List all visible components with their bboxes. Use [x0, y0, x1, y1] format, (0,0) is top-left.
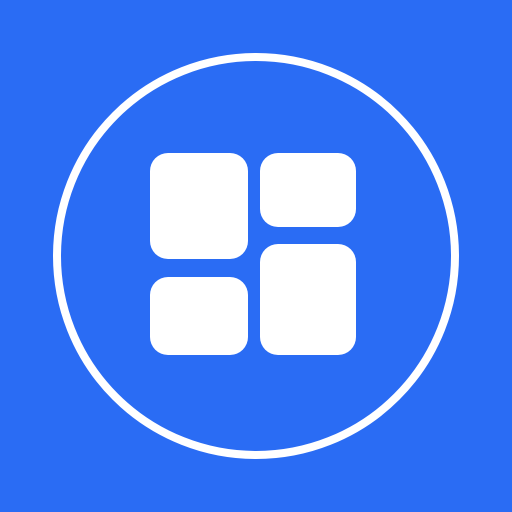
grid-tile-bottom-left	[150, 277, 248, 355]
icon-background	[0, 0, 512, 512]
grid-tile-top-right	[260, 153, 356, 227]
grid-tile-bottom-right	[260, 244, 356, 355]
app-icon[interactable]	[0, 0, 512, 512]
grid-tile-top-left	[150, 153, 248, 259]
dashboard-grid-icon	[0, 0, 512, 512]
